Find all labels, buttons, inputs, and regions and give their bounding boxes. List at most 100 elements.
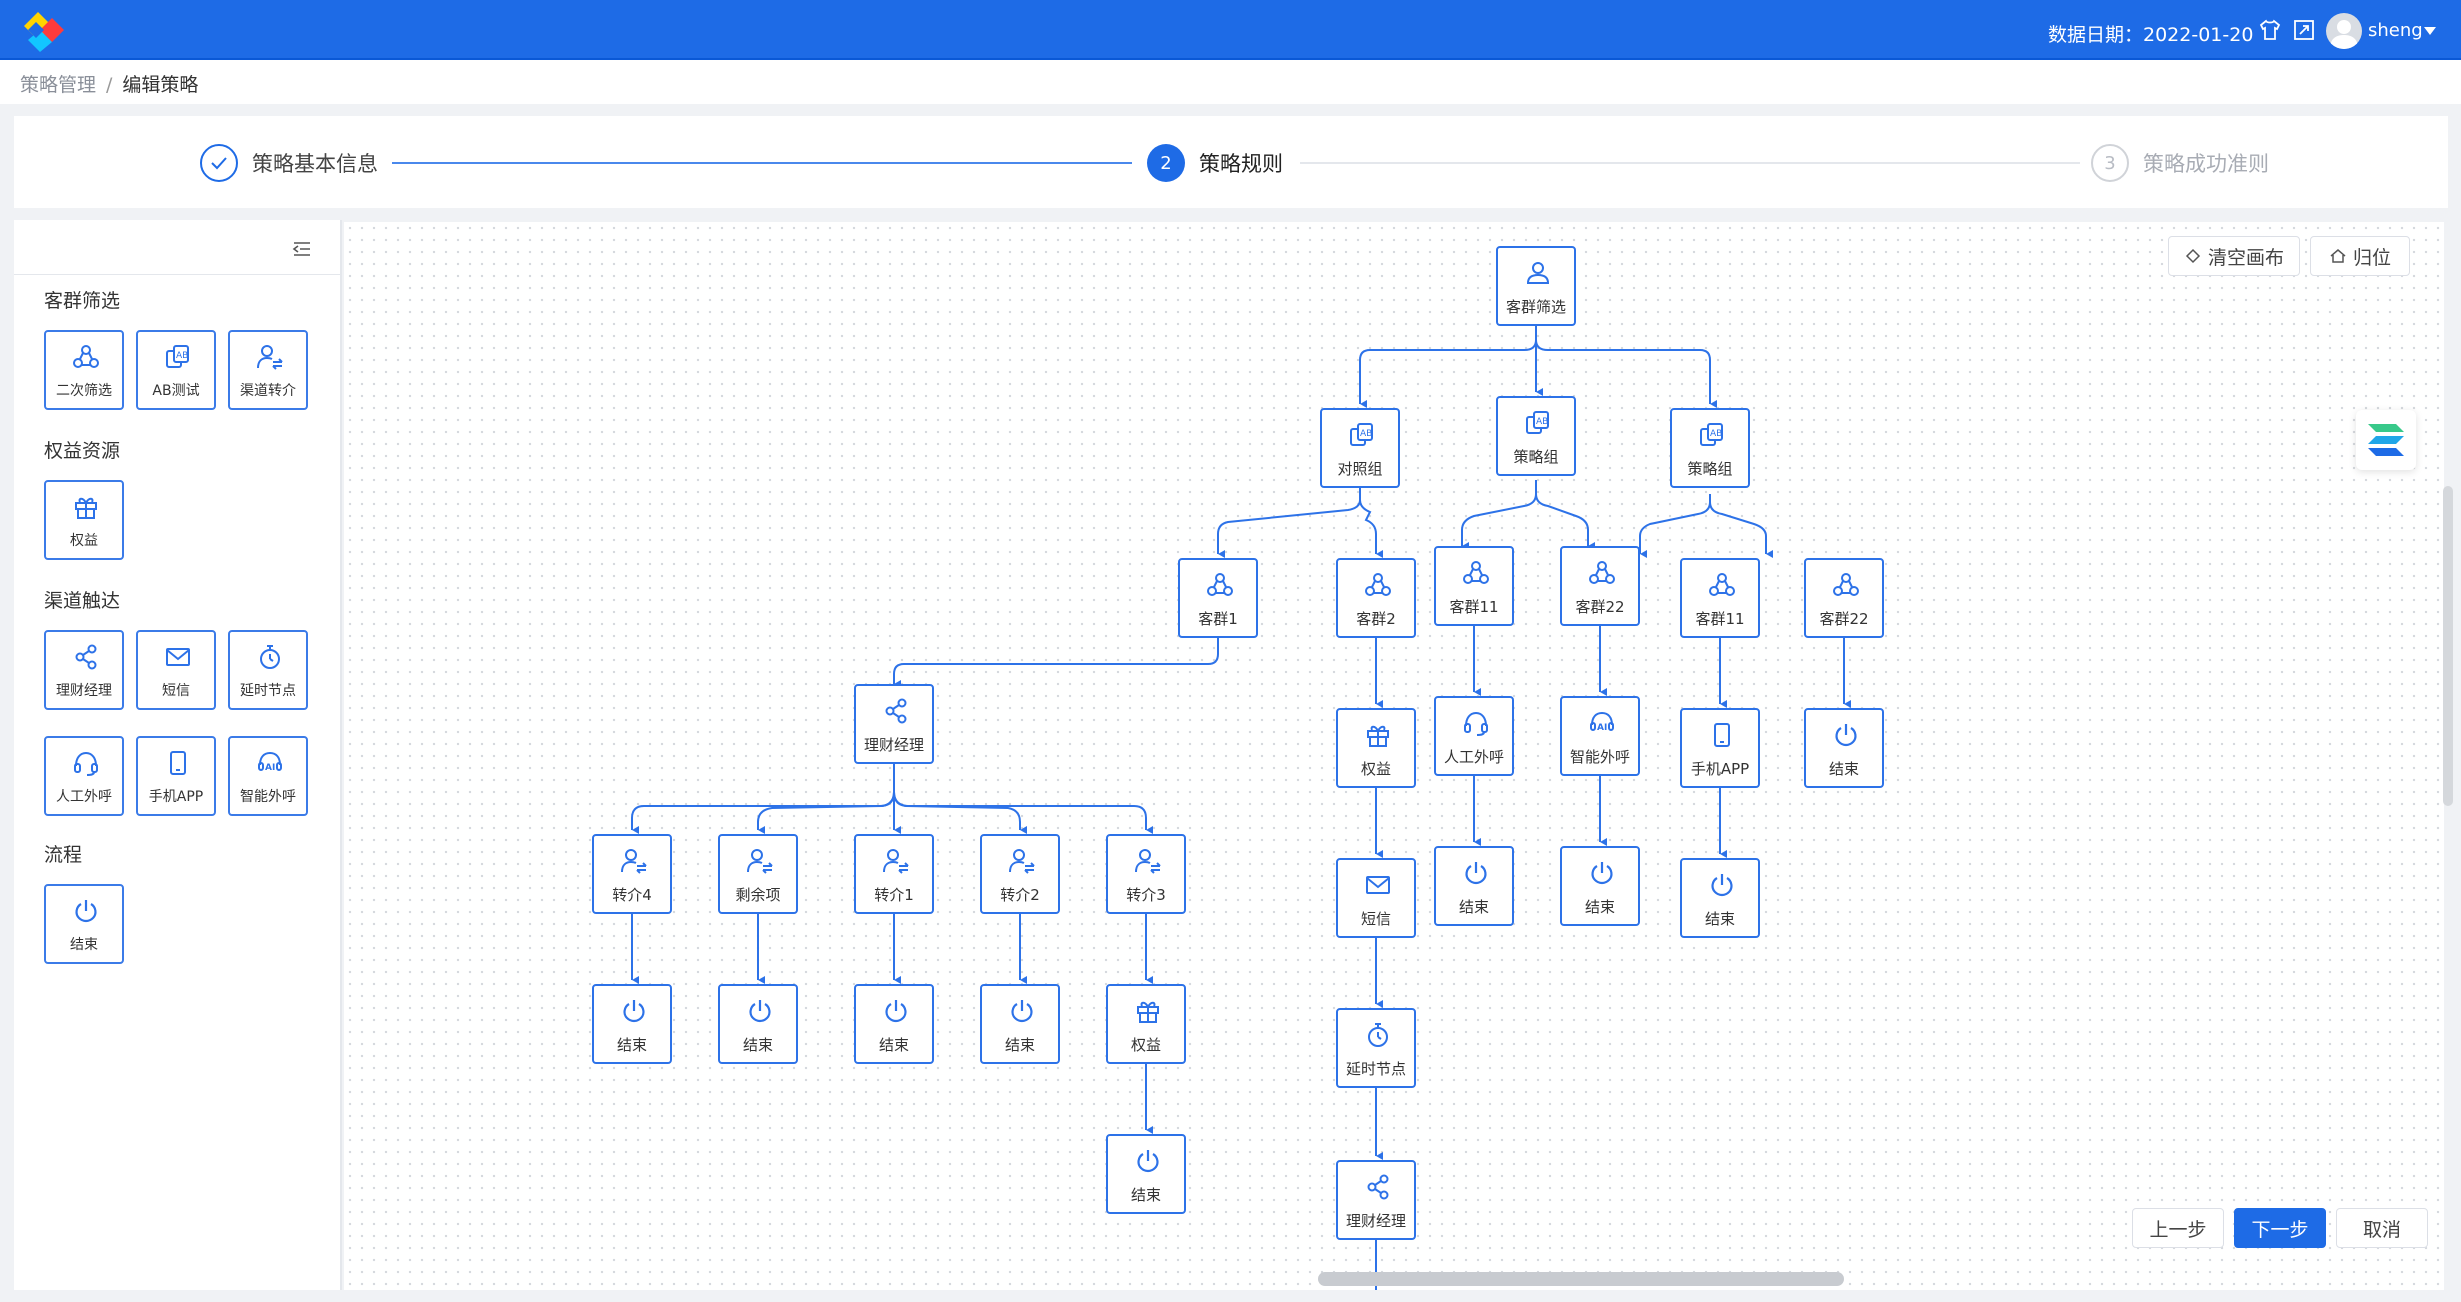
step-number: 3 [2091,144,2129,182]
power-icon [71,896,101,926]
horizontal-scrollbar[interactable] [1318,1272,1844,1286]
power-icon [1461,858,1491,888]
tool-manual-call[interactable]: 人工外呼 [44,736,124,816]
flow-node-rights[interactable]: 权益 [1336,708,1416,788]
timer-icon [1363,1020,1393,1050]
flow-node-segment-22b[interactable]: 客群22 [1804,558,1884,638]
flow-node-strategy-group-1[interactable]: 策略组 [1496,396,1576,476]
step-basic-info[interactable]: 策略基本信息 [200,144,378,182]
flow-node-segment-11b[interactable]: 客群11 [1680,558,1760,638]
ai-call-icon [255,748,285,778]
tool-smart-call[interactable]: 智能外呼 [228,736,308,816]
ab-test-icon [1697,420,1727,450]
ab-test-icon [163,342,193,372]
step-number: 2 [1147,144,1185,182]
tool-label: 理财经理 [56,683,112,699]
flow-node-rights[interactable]: 权益 [1106,984,1186,1064]
tool-ab-test[interactable]: AB测试 [136,330,216,410]
tool-second-filter[interactable]: 二次筛选 [44,330,124,410]
power-icon [745,996,775,1026]
node-label: 客群2 [1356,610,1396,628]
top-nav-bar: 数据日期：2022-01-20 sheng [0,0,2461,60]
tool-financial-manager[interactable]: 理财经理 [44,630,124,710]
breadcrumb-item-strategy-manage[interactable]: 策略管理 [20,74,96,96]
next-step-button[interactable]: 下一步 [2234,1208,2326,1248]
flow-node-end[interactable]: 结束 [718,984,798,1064]
flow-node-end[interactable]: 结束 [1680,858,1760,938]
flow-node-end[interactable]: 结束 [1434,846,1514,926]
flow-node-end[interactable]: 结束 [1804,708,1884,788]
flow-node-transfer-3[interactable]: 转介3 [1106,834,1186,914]
flow-node-segment-11a[interactable]: 客群11 [1434,546,1514,626]
clear-canvas-button[interactable]: 清空画布 [2168,236,2300,276]
node-label: 结束 [878,1036,909,1054]
floating-assistant-button[interactable] [2356,410,2416,470]
flow-node-remaining[interactable]: 剩余项 [718,834,798,914]
filter-icon [1707,570,1737,600]
filter-icon [1831,570,1861,600]
flow-node-strategy-group-2[interactable]: 策略组 [1670,408,1750,488]
ai-call-icon [1587,708,1617,738]
flow-node-transfer-2[interactable]: 转介2 [980,834,1060,914]
flow-node-mobile-app[interactable]: 手机APP [1680,708,1760,788]
flow-node-segment-2[interactable]: 客群2 [1336,558,1416,638]
flow-node-transfer-4[interactable]: 转介4 [592,834,672,914]
filter-icon [71,342,101,372]
flow-node-financial-manager-2[interactable]: 理财经理 [1336,1160,1416,1240]
flow-node-end[interactable]: 结束 [592,984,672,1064]
reset-position-button[interactable]: 归位 [2310,236,2410,276]
flow-canvas[interactable]: 清空画布 归位 客群筛选 对照组 策略组 策略组 客群1 客群2 客群11 客群… [344,222,2444,1290]
collapse-panel-icon[interactable] [292,240,312,258]
flow-node-end[interactable]: 结束 [1560,846,1640,926]
divider [14,274,342,275]
section-title-process: 流程 [44,844,83,866]
node-label: 策略组 [1687,460,1733,478]
flow-node-end[interactable]: 结束 [854,984,934,1064]
node-label: 结束 [742,1036,773,1054]
logo-icon[interactable] [18,8,82,54]
flow-node-financial-manager-1[interactable]: 理财经理 [854,684,934,764]
user-transfer-icon [1007,846,1037,876]
gift-icon [1133,996,1163,1026]
vertical-scrollbar[interactable] [2443,486,2453,806]
flow-node-segment-1[interactable]: 客群1 [1178,558,1258,638]
mail-icon [163,642,193,672]
ab-test-icon [1347,420,1377,450]
step-success-criteria[interactable]: 3 策略成功准则 [2091,144,2269,182]
headset-icon [71,748,101,778]
flow-node-control-group[interactable]: 对照组 [1320,408,1400,488]
tool-label: 手机APP [148,789,204,805]
tool-sms[interactable]: 短信 [136,630,216,710]
flow-node-segment-22a[interactable]: 客群22 [1560,546,1640,626]
flow-node-transfer-1[interactable]: 转介1 [854,834,934,914]
node-label: 理财经理 [863,736,924,754]
share-icon [881,696,911,726]
flow-node-end[interactable]: 结束 [980,984,1060,1064]
caret-down-icon[interactable] [2424,27,2436,35]
power-icon [1707,870,1737,900]
flow-node-sms[interactable]: 短信 [1336,858,1416,938]
tool-delay-node[interactable]: 延时节点 [228,630,308,710]
avatar[interactable] [2326,13,2362,49]
prev-step-button[interactable]: 上一步 [2132,1208,2224,1248]
tool-end[interactable]: 结束 [44,884,124,964]
node-label: 客群11 [1695,610,1745,628]
filter-icon [1461,558,1491,588]
breadcrumb-item-edit-strategy: 编辑策略 [122,74,199,96]
fullscreen-icon[interactable] [2292,18,2316,42]
step-rules[interactable]: 2 策略规则 [1147,144,1283,182]
cancel-button[interactable]: 取消 [2336,1208,2428,1248]
power-icon [1587,858,1617,888]
flow-node-root[interactable]: 客群筛选 [1496,246,1576,326]
flow-node-smart-call[interactable]: 智能外呼 [1560,696,1640,776]
tool-channel-transfer[interactable]: 渠道转介 [228,330,308,410]
shirt-icon[interactable] [2258,18,2282,42]
flow-node-manual-call[interactable]: 人工外呼 [1434,696,1514,776]
tool-rights[interactable]: 权益 [44,480,124,560]
eraser-icon [2185,248,2201,264]
tool-mobile-app[interactable]: 手机APP [136,736,216,816]
username[interactable]: sheng [2368,20,2423,41]
tool-label: 渠道转介 [240,383,296,399]
flow-node-delay[interactable]: 延时节点 [1336,1008,1416,1088]
flow-node-end[interactable]: 结束 [1106,1134,1186,1214]
